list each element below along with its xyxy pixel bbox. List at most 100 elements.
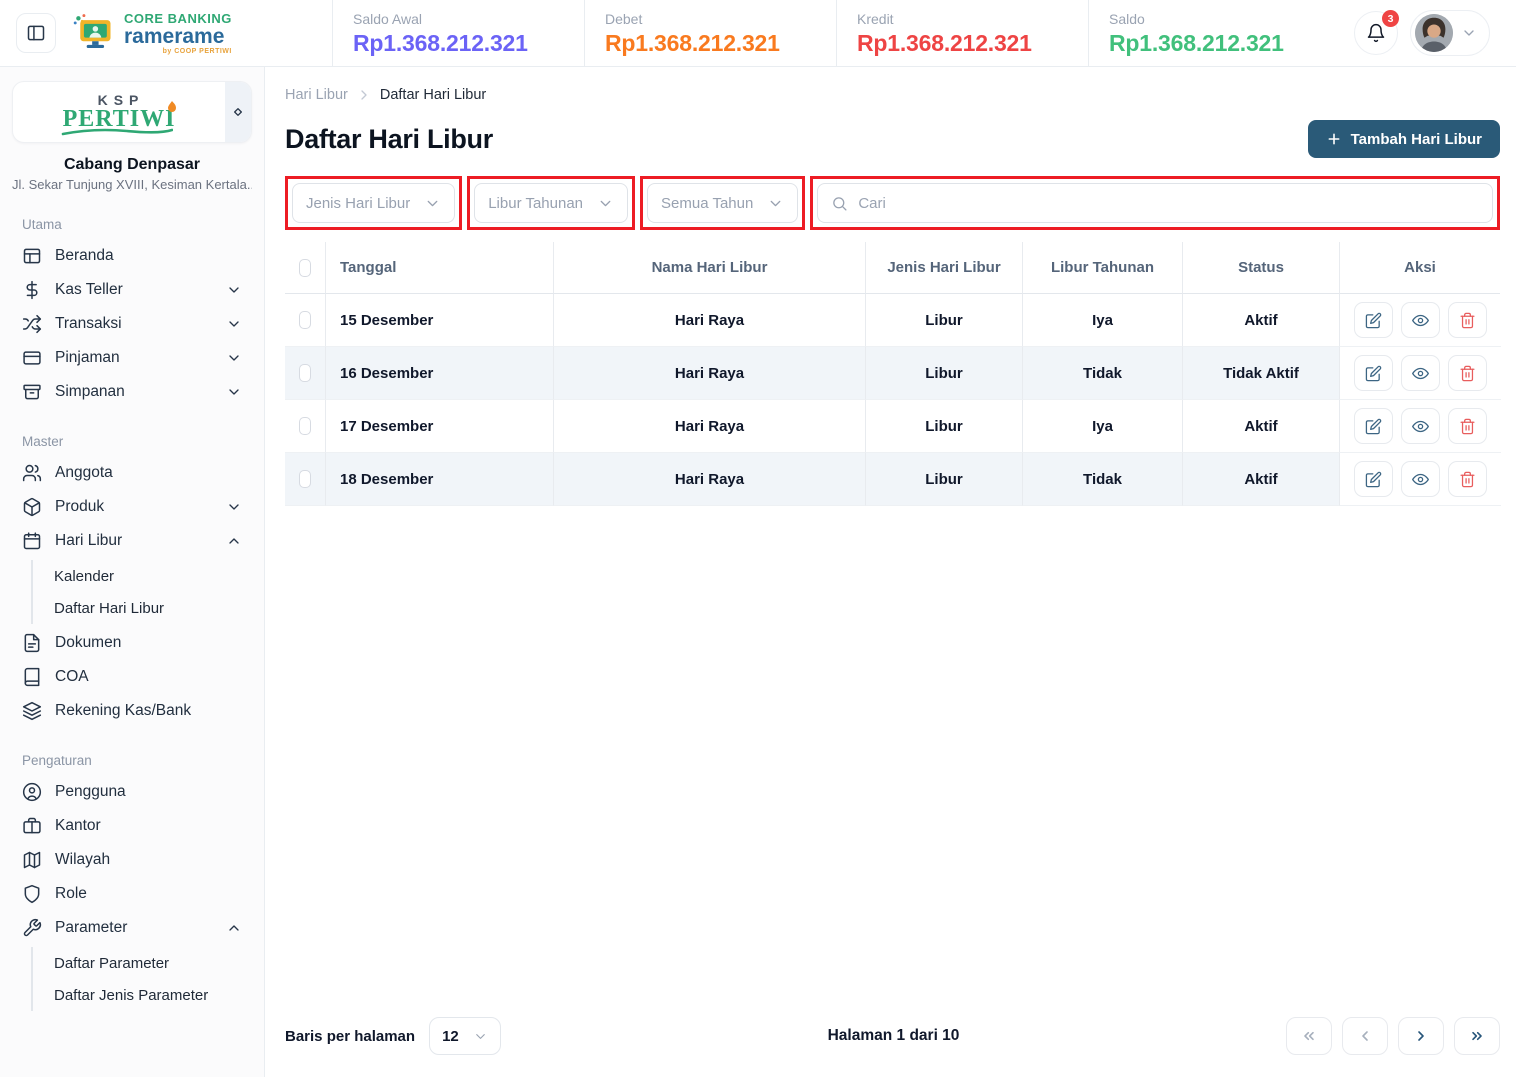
- sidebar-item-kas-teller[interactable]: Kas Teller: [12, 273, 252, 307]
- next-page-button[interactable]: [1398, 1017, 1444, 1055]
- page-info: Halaman 1 dari 10: [827, 1027, 960, 1044]
- prev-page-button[interactable]: [1342, 1017, 1388, 1055]
- sidebar-subitem-daftar-hari-libur[interactable]: Daftar Hari Libur: [33, 592, 252, 624]
- edit-icon: [1365, 365, 1382, 381]
- row-checkbox[interactable]: [299, 311, 311, 329]
- chevron-down-icon: [229, 321, 239, 327]
- branch-collapse-button[interactable]: [225, 82, 251, 142]
- sidebar-item-label: Simpanan: [55, 383, 125, 400]
- title-row: Daftar Hari Libur Tambah Hari Libur: [285, 120, 1500, 158]
- row-checkbox[interactable]: [299, 470, 311, 488]
- page-title: Daftar Hari Libur: [285, 123, 493, 154]
- branch-logo-main-wrap: PERTIWI: [61, 101, 177, 136]
- sidebar-item-coa[interactable]: COA: [12, 660, 252, 694]
- sidebar-item-produk[interactable]: Produk: [12, 490, 252, 524]
- row-checkbox[interactable]: [299, 364, 311, 382]
- row-checkbox[interactable]: [299, 417, 311, 435]
- chevron-right-icon: [1418, 1031, 1424, 1041]
- filter-libur-tahunan[interactable]: Libur Tahunan: [474, 183, 629, 223]
- add-holiday-button[interactable]: Tambah Hari Libur: [1307, 120, 1500, 158]
- branch-address: Jl. Sekar Tunjung XVIII, Kesiman Kertala…: [12, 177, 252, 192]
- main-content: Hari Libur Daftar Hari Libur Daftar Hari…: [265, 67, 1516, 1077]
- chevron-down-icon: [1464, 30, 1474, 36]
- col-jenis: Jenis Hari Libur: [865, 242, 1022, 294]
- edit-button[interactable]: [1354, 408, 1393, 444]
- layers-icon: [22, 701, 42, 721]
- sidebar-subitem-daftar-parameter[interactable]: Daftar Parameter: [33, 947, 252, 979]
- col-status: Status: [1182, 242, 1339, 294]
- search-input[interactable]: [858, 194, 1479, 212]
- view-button[interactable]: [1401, 355, 1440, 391]
- rows-per-page-select[interactable]: 12: [429, 1017, 502, 1055]
- hari-libur-submenu: Kalender Daftar Hari Libur: [31, 560, 252, 624]
- first-page-button[interactable]: [1286, 1017, 1332, 1055]
- cell-tanggal: 16 Desember: [325, 347, 553, 400]
- annotation-box-tahun: Semua Tahun: [640, 176, 806, 230]
- sidebar-item-pengguna[interactable]: Pengguna: [12, 775, 252, 809]
- sidebar-subitem-daftar-jenis-parameter[interactable]: Daftar Jenis Parameter: [33, 979, 252, 1011]
- add-holiday-button-label: Tambah Hari Libur: [1350, 130, 1482, 148]
- sidebar-item-hari-libur[interactable]: Hari Libur: [12, 524, 252, 558]
- annotation-box-jenis: Jenis Hari Libur: [285, 176, 463, 230]
- cell-tahunan: Tidak: [1022, 453, 1182, 506]
- sidebar-toggle-button[interactable]: [16, 13, 56, 53]
- user-menu[interactable]: [1410, 10, 1490, 56]
- delete-button[interactable]: [1448, 355, 1487, 391]
- sidebar-item-rekening-kas-bank[interactable]: Rekening Kas/Bank: [12, 694, 252, 728]
- sidebar-item-kantor[interactable]: Kantor: [12, 809, 252, 843]
- notification-badge: 3: [1382, 10, 1399, 27]
- cell-jenis: Libur: [865, 347, 1022, 400]
- sidebar-item-label: Kantor: [55, 817, 101, 834]
- stat-kredit: Kredit Rp1.368.212.321: [836, 0, 1088, 66]
- sidebar-item-label: COA: [55, 668, 89, 685]
- cell-status: Tidak Aktif: [1182, 347, 1339, 400]
- cell-nama: Hari Raya: [553, 294, 865, 347]
- package-icon: [23, 497, 41, 517]
- edit-button[interactable]: [1354, 355, 1393, 391]
- briefcase-icon: [23, 817, 41, 834]
- delete-button[interactable]: [1448, 461, 1487, 497]
- stat-label: Kredit: [857, 11, 894, 27]
- edit-button[interactable]: [1354, 461, 1393, 497]
- sidebar-item-role[interactable]: Role: [12, 877, 252, 911]
- cell-aksi: [1339, 453, 1501, 506]
- view-button[interactable]: [1401, 461, 1440, 497]
- delete-button[interactable]: [1448, 408, 1487, 444]
- sidebar-item-label: Dokumen: [55, 634, 122, 651]
- select-all-checkbox[interactable]: [299, 258, 311, 277]
- stat-saldo: Saldo Rp1.368.212.321: [1088, 0, 1340, 66]
- breadcrumb-current: Daftar Hari Libur: [379, 87, 487, 103]
- sidebar-item-simpanan[interactable]: Simpanan: [12, 375, 252, 409]
- header-checkbox-cell: [285, 242, 325, 294]
- view-button[interactable]: [1401, 302, 1440, 338]
- sidebar-subitem-kalender[interactable]: Kalender: [33, 560, 252, 592]
- pager: [1286, 1017, 1500, 1055]
- edit-icon: [1365, 418, 1382, 434]
- edit-button[interactable]: [1354, 302, 1393, 338]
- cell-tahunan: Tidak: [1022, 347, 1182, 400]
- col-tanggal: Tanggal: [325, 242, 553, 294]
- delete-button[interactable]: [1448, 302, 1487, 338]
- sidebar-item-wilayah[interactable]: Wilayah: [12, 843, 252, 877]
- layout-icon: [23, 248, 41, 264]
- sidebar-item-beranda[interactable]: Beranda: [12, 239, 252, 273]
- cell-jenis: Libur: [865, 453, 1022, 506]
- trash-icon: [1460, 365, 1475, 381]
- brand-byline: by COOP PERTIWI: [162, 47, 232, 55]
- sidebar-item-pinjaman[interactable]: Pinjaman: [12, 341, 252, 375]
- flame-icon: [168, 101, 177, 112]
- header-left: CORE BANKING ramerame by COOP PERTIWI: [0, 0, 332, 66]
- rows-per-page-value: 12: [442, 1027, 459, 1045]
- sidebar-item-transaksi[interactable]: Transaksi: [12, 307, 252, 341]
- notifications-button[interactable]: 3: [1354, 10, 1399, 55]
- filter-semua-tahun[interactable]: Semua Tahun: [647, 183, 799, 223]
- section-label-master: Master: [22, 434, 64, 449]
- sidebar-item-parameter[interactable]: Parameter: [12, 911, 252, 945]
- view-button[interactable]: [1401, 408, 1440, 444]
- avatar: [1415, 14, 1453, 52]
- sidebar-item-anggota[interactable]: Anggota: [12, 456, 252, 490]
- sidebar-item-dokumen[interactable]: Dokumen: [12, 626, 252, 660]
- breadcrumb-parent[interactable]: Hari Libur: [285, 87, 348, 103]
- filter-jenis-hari-libur[interactable]: Jenis Hari Libur: [292, 183, 456, 223]
- last-page-button[interactable]: [1454, 1017, 1500, 1055]
